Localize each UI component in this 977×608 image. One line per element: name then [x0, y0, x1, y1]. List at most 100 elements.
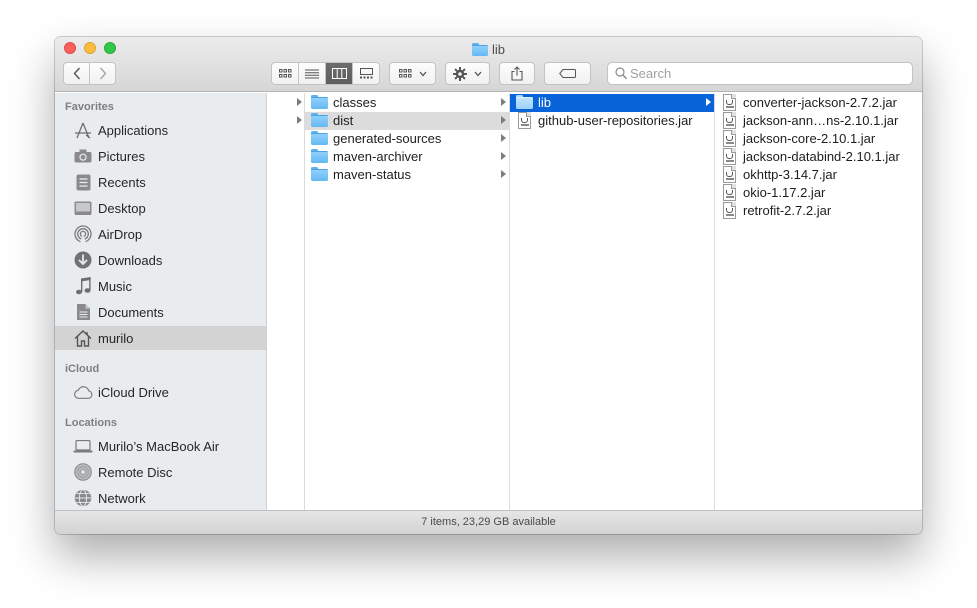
list-item[interactable]: converter-jackson-2.7.2.jar: [715, 94, 922, 112]
disclosure-arrow-icon: [501, 170, 506, 178]
status-bar: 7 items, 23,29 GB available: [55, 510, 922, 534]
sidebar-item-desktop[interactable]: Desktop: [55, 196, 267, 220]
disclosure-arrow-icon: [501, 116, 506, 124]
applications-icon: [73, 121, 93, 139]
search-input[interactable]: [630, 65, 900, 82]
folder-icon: [311, 131, 328, 145]
jar-file-icon: [723, 94, 736, 111]
sidebar-item-applications[interactable]: Applications: [55, 118, 267, 142]
gallery-icon: [359, 68, 373, 79]
jar-file-icon: [723, 166, 736, 183]
list-item[interactable]: classes: [305, 94, 509, 112]
item-name: jackson-core-2.10.1.jar: [743, 131, 876, 146]
sidebar-item-airdrop[interactable]: AirDrop: [55, 222, 267, 246]
list-item[interactable]: lib: [510, 94, 714, 112]
chevron-down-icon: [474, 71, 482, 76]
item-name: okio-1.17.2.jar: [743, 185, 826, 200]
sidebar-item-label: AirDrop: [98, 226, 143, 242]
sidebar-item-pictures[interactable]: Pictures: [55, 144, 267, 168]
window-title-text: lib: [491, 42, 505, 58]
sidebar-section-favorites: Favorites: [65, 101, 114, 113]
edit-tags-button[interactable]: [544, 62, 591, 85]
chevron-right-icon: [99, 67, 106, 80]
list-item[interactable]: generated-sources: [305, 130, 509, 148]
sidebar-item-macbook[interactable]: Murilo’s MacBook Air: [55, 434, 267, 458]
disclosure-arrow-icon: [501, 152, 506, 160]
gear-icon: [453, 66, 467, 81]
item-name: lib: [538, 95, 552, 110]
jar-file-icon: [723, 130, 736, 147]
item-name: generated-sources: [333, 131, 442, 146]
browser-column-2: lib github-user-repositories.jar: [510, 93, 715, 510]
sidebar-section-locations: Locations: [65, 417, 117, 429]
airdrop-icon: [73, 225, 93, 243]
list-item[interactable]: github-user-repositories.jar: [510, 112, 714, 130]
item-name: jackson-databind-2.10.1.jar: [743, 149, 900, 164]
browser-column-parent: [268, 93, 305, 510]
jar-file-icon: [723, 148, 736, 165]
list-view-button[interactable]: [298, 63, 325, 84]
list-item[interactable]: maven-status: [305, 166, 509, 184]
column-view-button[interactable]: [325, 63, 352, 84]
list-item[interactable]: jackson-databind-2.10.1.jar: [715, 148, 922, 166]
browser-column-3: converter-jackson-2.7.2.jar jackson-ann……: [715, 93, 922, 510]
jar-file-icon: [518, 112, 531, 129]
item-name: maven-archiver: [333, 149, 423, 164]
list-item[interactable]: okhttp-3.14.7.jar: [715, 166, 922, 184]
disclosure-arrow-icon: [501, 98, 506, 106]
search-field[interactable]: [607, 62, 913, 85]
sidebar-item-remote-disc[interactable]: Remote Disc: [55, 460, 267, 484]
jar-file-icon: [723, 112, 736, 129]
sidebar-item-downloads[interactable]: Downloads: [55, 248, 267, 272]
list-item[interactable]: retrofit-2.7.2.jar: [715, 202, 922, 220]
navigation-buttons: [63, 62, 116, 85]
disclosure-arrow-icon: [297, 116, 302, 124]
status-text: 7 items, 23,29 GB available: [421, 516, 556, 528]
home-icon: [73, 329, 93, 347]
action-menu-button[interactable]: [445, 62, 490, 85]
folder-icon: [516, 95, 533, 109]
sidebar-item-network[interactable]: Network: [55, 486, 267, 510]
sidebar-item-label: Murilo’s MacBook Air: [98, 438, 220, 454]
music-note-icon: [73, 277, 93, 295]
sidebar-item-label: Network: [98, 490, 146, 506]
folder-icon: [311, 149, 328, 163]
sidebar-item-label: Music: [98, 278, 132, 294]
list-item[interactable]: jackson-core-2.10.1.jar: [715, 130, 922, 148]
item-name: converter-jackson-2.7.2.jar: [743, 95, 897, 110]
forward-button[interactable]: [89, 63, 115, 84]
sidebar-item-murilo[interactable]: murilo: [55, 326, 267, 350]
list-item[interactable]: dist: [305, 112, 509, 130]
sidebar-item-label: Documents: [98, 304, 164, 320]
item-name: maven-status: [333, 167, 412, 182]
item-name: okhttp-3.14.7.jar: [743, 167, 837, 182]
share-icon: [511, 66, 523, 81]
group-by-button[interactable]: [389, 62, 436, 85]
item-name: github-user-repositories.jar: [538, 113, 693, 128]
disclosure-arrow-icon: [297, 98, 302, 106]
sidebar-item-label: murilo: [98, 330, 134, 346]
sidebar-item-label: Downloads: [98, 252, 163, 268]
downloads-icon: [73, 251, 93, 269]
sidebar-item-recents[interactable]: Recents: [55, 170, 267, 194]
columns-icon: [331, 68, 347, 79]
share-button[interactable]: [499, 62, 535, 85]
sidebar-item-label: iCloud Drive: [98, 384, 169, 400]
item-name: dist: [333, 113, 354, 128]
camera-icon: [73, 147, 93, 165]
tag-icon: [559, 69, 576, 78]
sidebar-item-icloud-drive[interactable]: iCloud Drive: [55, 380, 267, 404]
folder-icon: [311, 113, 328, 127]
list-item[interactable]: okio-1.17.2.jar: [715, 184, 922, 202]
sidebar-item-label: Remote Disc: [98, 464, 173, 480]
sidebar-item-music[interactable]: Music: [55, 274, 267, 298]
back-button[interactable]: [64, 63, 89, 84]
folder-icon: [311, 167, 328, 181]
list-item[interactable]: jackson-ann…ns-2.10.1.jar: [715, 112, 922, 130]
gallery-view-button[interactable]: [352, 63, 379, 84]
sidebar-item-documents[interactable]: Documents: [55, 300, 267, 324]
view-mode-control: [271, 62, 380, 85]
list-item[interactable]: maven-archiver: [305, 148, 509, 166]
icon-view-button[interactable]: [272, 63, 298, 84]
recents-icon: [73, 173, 93, 191]
